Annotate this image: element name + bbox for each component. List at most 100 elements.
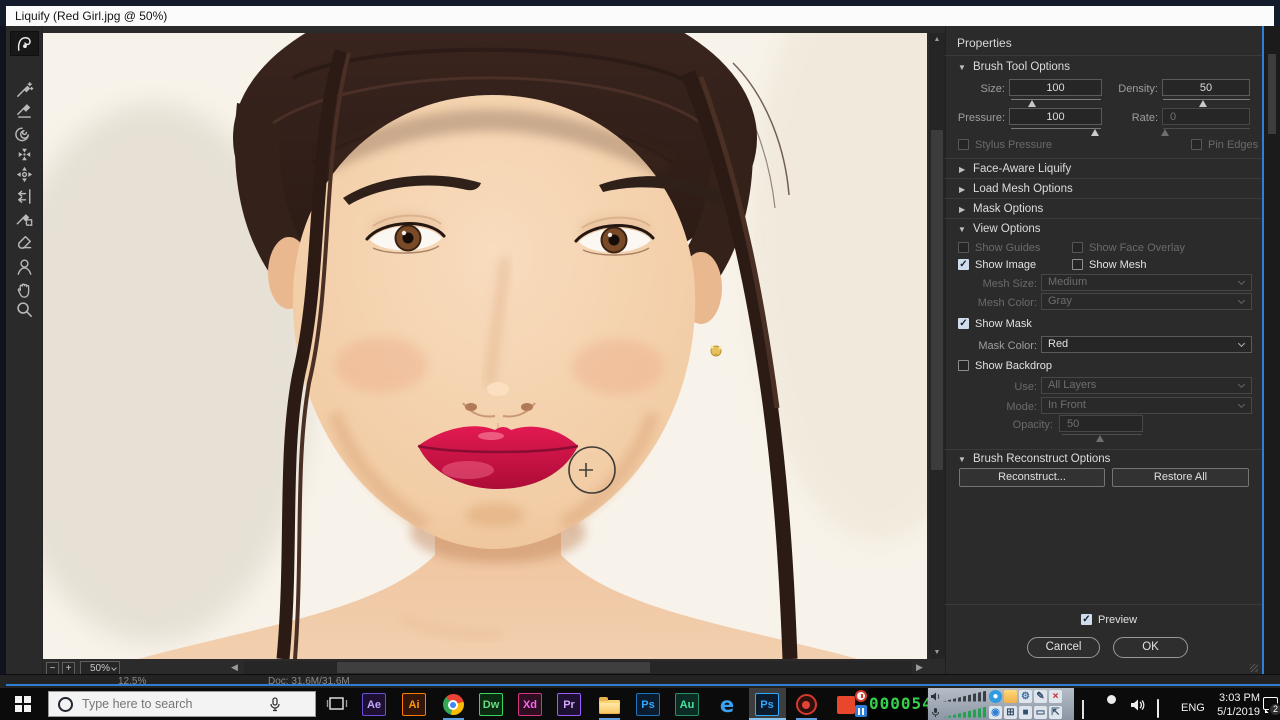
mic-level-icon — [932, 707, 939, 717]
chrome-icon — [442, 694, 464, 715]
taskbar-after-effects[interactable]: Ae — [362, 693, 386, 716]
expand-triangle-icon[interactable]: ▶ — [959, 165, 965, 174]
recorder-region-icon[interactable]: ⇱ — [1049, 705, 1062, 719]
thaw-mask-tool-icon[interactable] — [10, 227, 39, 252]
recorder-broadcast-icon[interactable]: ● — [989, 689, 1002, 703]
rate-slider — [1160, 128, 1250, 137]
taskbar-chrome[interactable] — [441, 693, 465, 716]
start-button[interactable] — [0, 688, 46, 720]
window-highlight-right — [1262, 26, 1264, 686]
show-mask-checkbox[interactable]: ✓ — [958, 318, 969, 329]
speaker-level-icon — [931, 692, 940, 700]
preview-checkbox[interactable]: ✓ — [1081, 614, 1092, 625]
face-aware-liquify-header[interactable]: Face-Aware Liquify — [973, 163, 1071, 175]
density-slider[interactable] — [1163, 99, 1250, 108]
restore-all-button[interactable]: Restore All — [1112, 468, 1249, 487]
tray-expand-chevron[interactable] — [1082, 700, 1084, 720]
chevron-down-icon — [111, 665, 117, 671]
preview-label: Preview — [1098, 614, 1138, 626]
scroll-up-icon[interactable]: ▲ — [929, 36, 945, 43]
collapse-triangle-icon[interactable]: ▼ — [958, 63, 966, 72]
recorder-folder-icon[interactable] — [1004, 689, 1017, 703]
search-input[interactable] — [82, 697, 267, 711]
taskbar-audition[interactable]: Au — [675, 693, 699, 716]
mesh-size-label: Mesh Size: — [982, 278, 1037, 290]
background-scroll-thumb — [1268, 54, 1276, 134]
recorder-monitor-icon[interactable]: ▭ — [1034, 705, 1047, 719]
taskbar-file-explorer[interactable] — [597, 693, 621, 716]
recorder-edit-icon[interactable]: ✎ — [1034, 689, 1047, 703]
load-mesh-options-header[interactable]: Load Mesh Options — [973, 183, 1073, 195]
tray-clock[interactable]: 3:03 PM 5/1/2019 — [1206, 691, 1260, 719]
size-slider[interactable] — [1011, 99, 1101, 108]
tray-language[interactable]: ENG — [1181, 702, 1205, 720]
face-tool-icon[interactable] — [10, 254, 39, 279]
recorder-window-icon[interactable]: ■ — [1019, 705, 1032, 719]
tray-network[interactable] — [1157, 699, 1159, 720]
tray-date: 5/1/2019 — [1217, 706, 1260, 718]
edge-icon: e — [719, 692, 735, 717]
opacity-label: Opacity: — [1012, 419, 1053, 431]
liquify-canvas[interactable] — [43, 33, 927, 659]
vertical-scroll-thumb[interactable] — [931, 130, 943, 470]
tray-volume[interactable] — [1130, 698, 1145, 720]
scroll-down-icon[interactable]: ▼ — [929, 649, 945, 656]
mask-color-dropdown[interactable]: Red — [1041, 336, 1252, 353]
recorder-output-meter — [943, 690, 987, 702]
expand-triangle-icon[interactable]: ▶ — [959, 205, 965, 214]
recorder-fullscreen-icon[interactable]: ⊞ — [1004, 705, 1017, 719]
task-view-button[interactable] — [325, 694, 349, 714]
stylus-pressure-checkbox — [958, 139, 969, 150]
microphone-icon[interactable] — [269, 696, 281, 712]
divider — [945, 218, 1262, 219]
canvas-vertical-scrollbar[interactable]: ▲ ▼ — [929, 33, 945, 659]
show-backdrop-checkbox[interactable] — [958, 360, 969, 371]
scroll-left-icon[interactable]: ◀ — [231, 662, 238, 673]
forward-warp-tool-icon[interactable] — [10, 31, 39, 56]
pressure-field[interactable] — [1009, 108, 1102, 125]
collapse-triangle-icon[interactable]: ▼ — [958, 225, 966, 234]
recorder-close-icon[interactable]: × — [1049, 689, 1062, 703]
taskbar-search[interactable] — [48, 691, 316, 717]
taskbar-photoshop[interactable]: Ps — [636, 693, 660, 716]
cancel-button[interactable]: Cancel — [1027, 637, 1100, 658]
show-face-overlay-checkbox — [1072, 242, 1083, 253]
reconstruct-button[interactable]: Reconstruct... — [959, 468, 1105, 487]
recorder-settings-icon[interactable]: ⚙ — [1019, 689, 1032, 703]
properties-title: Properties — [957, 36, 1012, 50]
canvas-horizontal-scrollbar[interactable] — [244, 661, 912, 674]
collapse-triangle-icon[interactable]: ▼ — [958, 455, 966, 464]
brush-tool-options-header[interactable]: Brush Tool Options — [973, 61, 1070, 73]
ok-button[interactable]: OK — [1113, 637, 1188, 658]
density-field[interactable] — [1162, 79, 1250, 96]
scroll-right-icon[interactable]: ▶ — [916, 662, 923, 673]
taskbar-edge[interactable]: e — [715, 692, 739, 717]
show-image-checkbox[interactable]: ✓ — [958, 259, 969, 270]
horizontal-scroll-thumb[interactable] — [337, 662, 650, 673]
brush-reconstruct-options-header[interactable]: Brush Reconstruct Options — [973, 453, 1110, 465]
size-field[interactable] — [1009, 79, 1102, 96]
taskbar-photoshop-active[interactable]: Ps — [755, 693, 779, 716]
resize-grip[interactable] — [1250, 664, 1258, 672]
windows-logo-icon — [15, 696, 31, 712]
taskbar-screen-recorder[interactable] — [794, 693, 818, 716]
mask-options-header[interactable]: Mask Options — [973, 203, 1043, 215]
taskbar-premiere[interactable]: Pr — [557, 693, 581, 716]
show-image-label: Show Image — [975, 259, 1037, 271]
zoom-tool-icon[interactable] — [10, 297, 39, 322]
smooth-tool-icon[interactable] — [10, 96, 39, 121]
show-guides-label: Show Guides — [975, 242, 1041, 254]
show-mesh-checkbox[interactable] — [1072, 259, 1083, 270]
recorder-webcam-icon[interactable]: ◉ — [989, 705, 1002, 719]
size-label: Size: — [980, 83, 1005, 95]
view-options-header[interactable]: View Options — [973, 223, 1041, 235]
taskbar-xd[interactable]: Xd — [518, 693, 542, 716]
pressure-slider[interactable] — [1011, 128, 1101, 137]
taskbar-illustrator[interactable]: Ai — [402, 693, 426, 716]
taskbar-dreamweaver[interactable]: Dw — [479, 693, 503, 716]
dialog-titlebar[interactable]: Liquify (Red Girl.jpg @ 50%) — [6, 6, 1274, 26]
density-label: Density: — [1118, 83, 1158, 95]
expand-triangle-icon[interactable]: ▶ — [959, 185, 965, 194]
recorder-pause-icon[interactable] — [855, 705, 867, 717]
divider — [945, 158, 1262, 159]
